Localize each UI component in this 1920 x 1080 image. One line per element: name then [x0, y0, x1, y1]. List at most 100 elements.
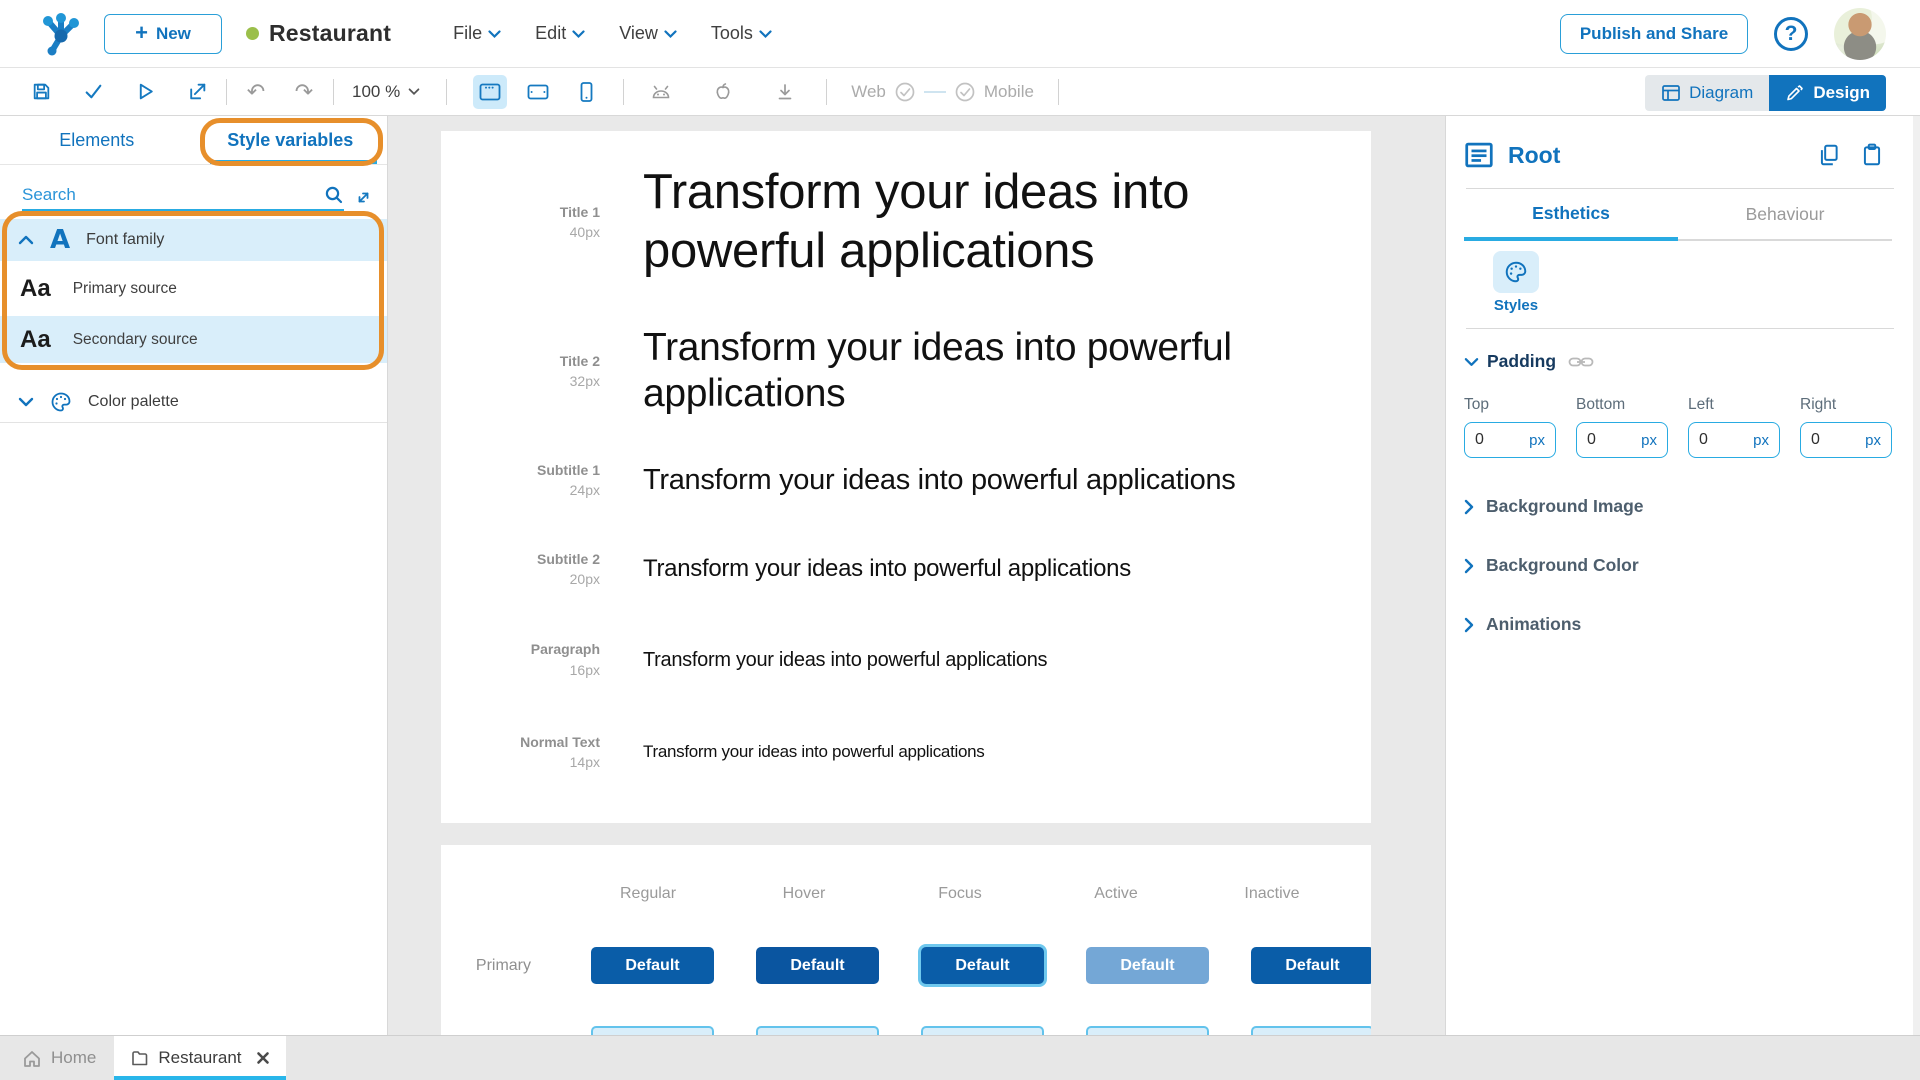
font-source-row-secondary[interactable]: Aa Secondary source [0, 312, 387, 363]
home-tab[interactable]: Home [0, 1036, 114, 1080]
tab-esthetics[interactable]: Esthetics [1464, 189, 1678, 241]
primary-button-focus[interactable]: Default [921, 947, 1044, 984]
padding-label: Padding [1487, 351, 1557, 371]
link-values-icon[interactable] [1568, 354, 1594, 370]
new-button[interactable]: + New [104, 13, 222, 54]
background-image-section[interactable]: Background Image [1464, 496, 1920, 517]
search-icon[interactable] [324, 185, 344, 205]
animations-label: Animations [1486, 614, 1582, 634]
toolbar-divider [623, 78, 625, 105]
type-sample-text: Transform your ideas into powerful appli… [643, 165, 1190, 278]
tab-behaviour-label: Behaviour [1745, 203, 1825, 224]
tab-style-variables[interactable]: Style variables [194, 116, 388, 164]
typography-row-subtitle2[interactable]: Subtitle 2 20px Transform your ideas int… [441, 549, 1371, 590]
font-family-header[interactable]: A Font family [0, 219, 387, 261]
padding-field-bottom: Bottom px [1576, 396, 1688, 458]
expand-panel-icon[interactable] [354, 188, 373, 207]
type-style-name: Normal Text [520, 733, 600, 750]
undo-icon[interactable]: ↶ [239, 80, 273, 103]
menu-view[interactable]: View [619, 23, 677, 44]
device-phone-button[interactable] [569, 75, 603, 109]
button-states-card[interactable]: Regular Hover Focus Active Inactive Prim… [441, 845, 1371, 1035]
validate-button[interactable] [76, 75, 110, 109]
paste-clipboard-icon[interactable] [1862, 143, 1882, 167]
app-window: + New Restaurant File Edit View Tools Pu… [0, 0, 1920, 1080]
secondary-button-regular[interactable] [591, 1026, 714, 1035]
download-build-button[interactable] [768, 75, 802, 109]
typography-row-title1[interactable]: Title 1 40px Transform your ideas into p… [441, 163, 1371, 281]
redo-icon[interactable]: ↷ [287, 80, 321, 103]
close-icon[interactable] [256, 1051, 270, 1065]
inspector-header: Root [1464, 138, 1920, 172]
animations-section[interactable]: Animations [1464, 614, 1920, 635]
android-icon [652, 85, 670, 98]
design-canvas[interactable]: Title 1 40px Transform your ideas into p… [388, 116, 1445, 1035]
save-button[interactable] [24, 75, 58, 109]
font-family-label: Font family [86, 231, 165, 248]
toolbar: ↶ ↷ 100 % Web Mobile Diagram Design [0, 68, 1920, 116]
device-tablet-button[interactable] [521, 75, 555, 109]
tab-elements[interactable]: Elements [0, 116, 194, 164]
secondary-button-active[interactable] [1086, 1026, 1209, 1035]
secondary-button-inactive[interactable] [1251, 1026, 1371, 1035]
ios-build-button[interactable] [706, 75, 740, 109]
tab-esthetics-label: Esthetics [1532, 202, 1610, 223]
search-input[interactable] [22, 185, 324, 205]
help-icon[interactable]: ? [1774, 16, 1808, 51]
device-desktop-button[interactable] [473, 74, 508, 109]
secondary-button-focus[interactable] [921, 1026, 1044, 1035]
plus-icon: + [135, 19, 148, 45]
type-style-name: Title 2 [559, 353, 600, 370]
zoom-level-dropdown[interactable]: 100 % [346, 82, 426, 102]
padding-section-header[interactable]: Padding [1464, 351, 1920, 372]
typography-row-title2[interactable]: Title 2 32px Transform your ideas into p… [441, 325, 1371, 419]
chevron-down-icon [18, 397, 34, 407]
primary-button-hover[interactable]: Default [756, 947, 879, 984]
chevron-down-icon [664, 30, 677, 39]
secondary-button-row-clipped [441, 1026, 1371, 1035]
primary-button-active[interactable]: Default [1086, 947, 1209, 984]
padding-right-label: Right [1800, 396, 1837, 413]
padding-right-input[interactable] [1811, 431, 1851, 449]
toolbar-divider [446, 78, 448, 105]
diagram-view-button[interactable]: Diagram [1645, 75, 1770, 111]
design-view-label: Design [1813, 83, 1870, 102]
font-family-section: A Font family Aa Primary source Aa Secon… [0, 219, 387, 363]
copy-icon[interactable] [1818, 143, 1840, 167]
root-element-icon [1465, 142, 1493, 168]
restaurant-tab[interactable]: Restaurant [114, 1036, 286, 1080]
menu-tools[interactable]: Tools [711, 23, 772, 44]
primary-button-regular[interactable]: Default [591, 947, 714, 984]
font-source-row-primary[interactable]: Aa Primary source [0, 261, 387, 312]
tab-behaviour[interactable]: Behaviour [1678, 189, 1892, 241]
type-style-name: Subtitle 1 [536, 462, 600, 479]
preview-run-button[interactable] [128, 75, 162, 109]
app-logo-icon[interactable] [38, 11, 84, 57]
export-button[interactable] [180, 75, 214, 109]
color-palette-label: Color palette [88, 392, 179, 410]
menu-edit[interactable]: Edit [535, 23, 585, 44]
android-build-button[interactable] [644, 75, 678, 109]
styles-item[interactable]: Styles [1484, 251, 1548, 314]
chevron-right-icon [1464, 617, 1474, 633]
padding-bottom-input[interactable] [1587, 431, 1627, 449]
background-color-section[interactable]: Background Color [1464, 555, 1920, 576]
sidebar-tabs: Elements Style variables [0, 116, 387, 165]
design-view-button[interactable]: Design [1769, 75, 1886, 111]
avatar[interactable] [1834, 7, 1886, 60]
publish-and-share-button[interactable]: Publish and Share [1560, 13, 1748, 54]
chevron-down-icon [1464, 357, 1479, 367]
padding-left-input[interactable] [1699, 431, 1739, 449]
secondary-button-hover[interactable] [756, 1026, 879, 1035]
typography-preview-card[interactable]: Title 1 40px Transform your ideas into p… [441, 131, 1371, 823]
scrollbar-track[interactable] [1913, 116, 1920, 1035]
web-label: Web [851, 81, 886, 101]
typography-row-subtitle1[interactable]: Subtitle 1 24px Transform your ideas int… [441, 460, 1371, 501]
platform-toggle[interactable]: Web Mobile [851, 81, 1034, 103]
padding-top-input[interactable] [1475, 431, 1515, 449]
primary-button-inactive[interactable]: Default [1251, 947, 1371, 984]
color-palette-section[interactable]: Color palette [0, 381, 387, 423]
typography-row-normal-text[interactable]: Normal Text 14px Transform your ideas in… [441, 732, 1371, 773]
menu-file[interactable]: File [453, 23, 501, 44]
typography-row-paragraph[interactable]: Paragraph 16px Transform your ideas into… [441, 639, 1371, 680]
